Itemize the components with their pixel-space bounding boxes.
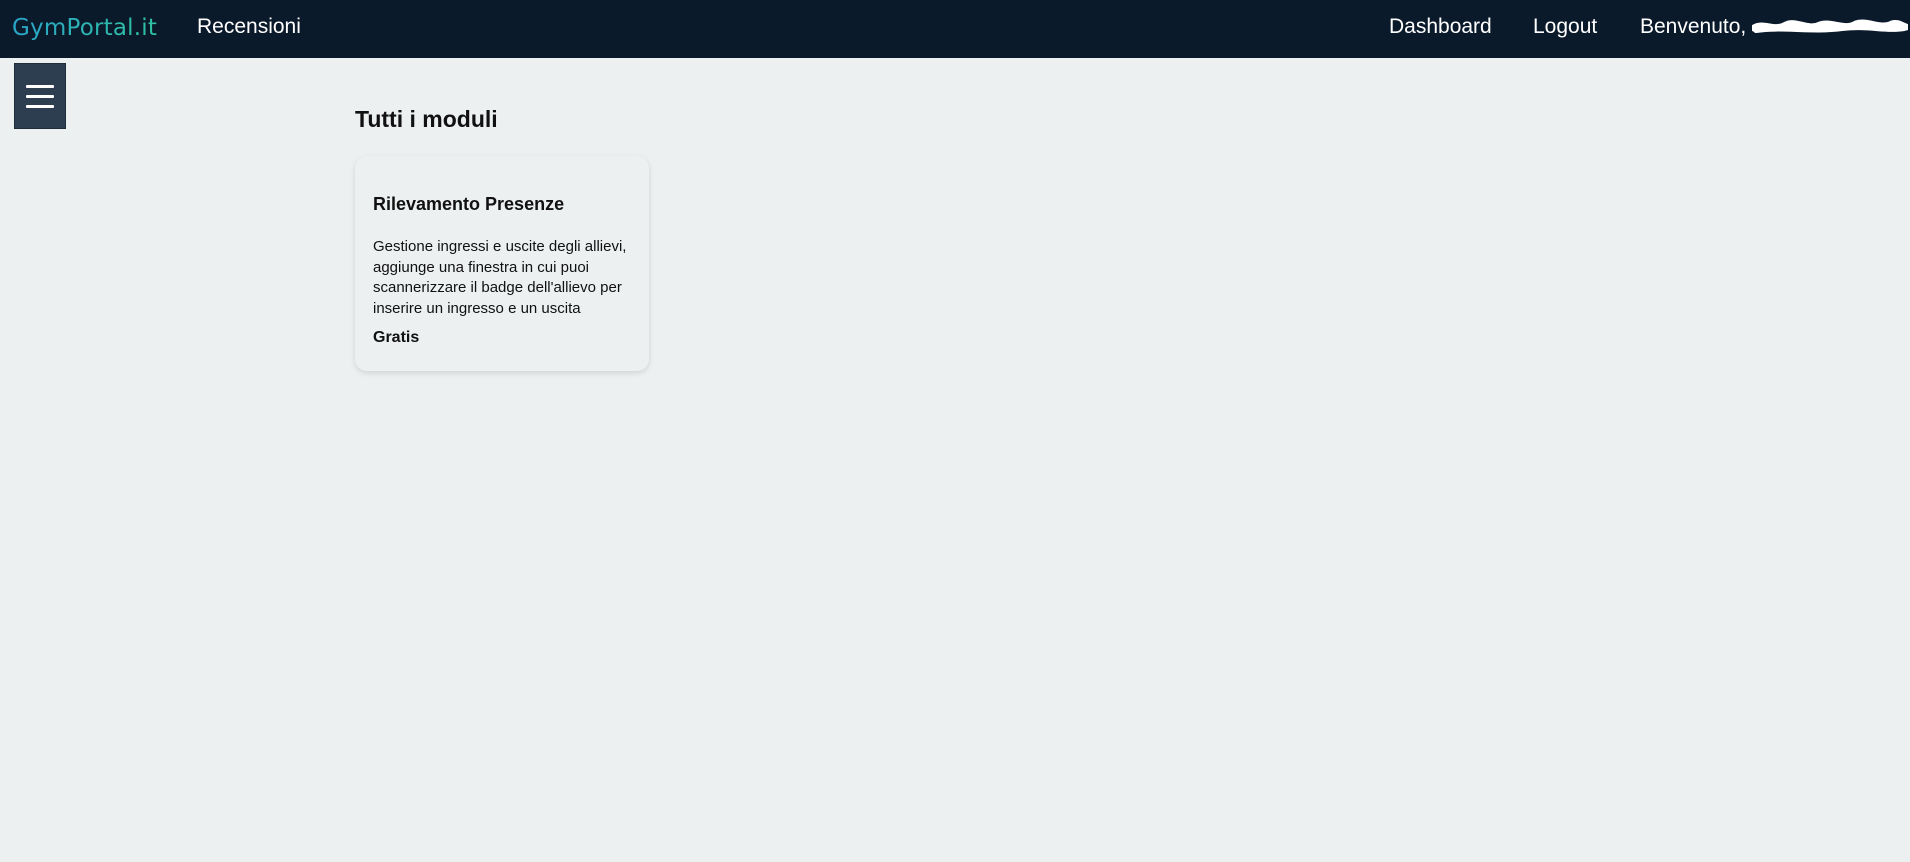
section-title: Tutti i moduli — [355, 106, 498, 132]
redacted-username — [1752, 20, 1909, 34]
top-navbar: GymPortal.it Recensioni Dashboard Logout… — [0, 0, 1910, 58]
nav-link-logout[interactable]: Logout — [1533, 15, 1597, 39]
module-price: Gratis — [373, 329, 420, 346]
nav-link-reviews[interactable]: Recensioni — [197, 15, 301, 39]
module-title: Rilevamento Presenze — [373, 194, 565, 214]
welcome-prefix: Benvenuto, — [1640, 15, 1747, 38]
brand-logo-link[interactable]: GymPortal.it — [12, 15, 157, 41]
nav-link-dashboard[interactable]: Dashboard — [1389, 15, 1492, 39]
hamburger-menu-icon — [26, 84, 54, 108]
module-card-rilevamento-presenze[interactable]: Rilevamento Presenze Gestione ingressi e… — [355, 156, 649, 371]
sidebar-toggle-button[interactable] — [14, 63, 66, 129]
redaction-scribble — [1752, 20, 1909, 34]
module-description: Gestione ingressi e uscite degli allievi… — [373, 238, 627, 317]
welcome-message: Benvenuto, — [1640, 15, 1909, 39]
